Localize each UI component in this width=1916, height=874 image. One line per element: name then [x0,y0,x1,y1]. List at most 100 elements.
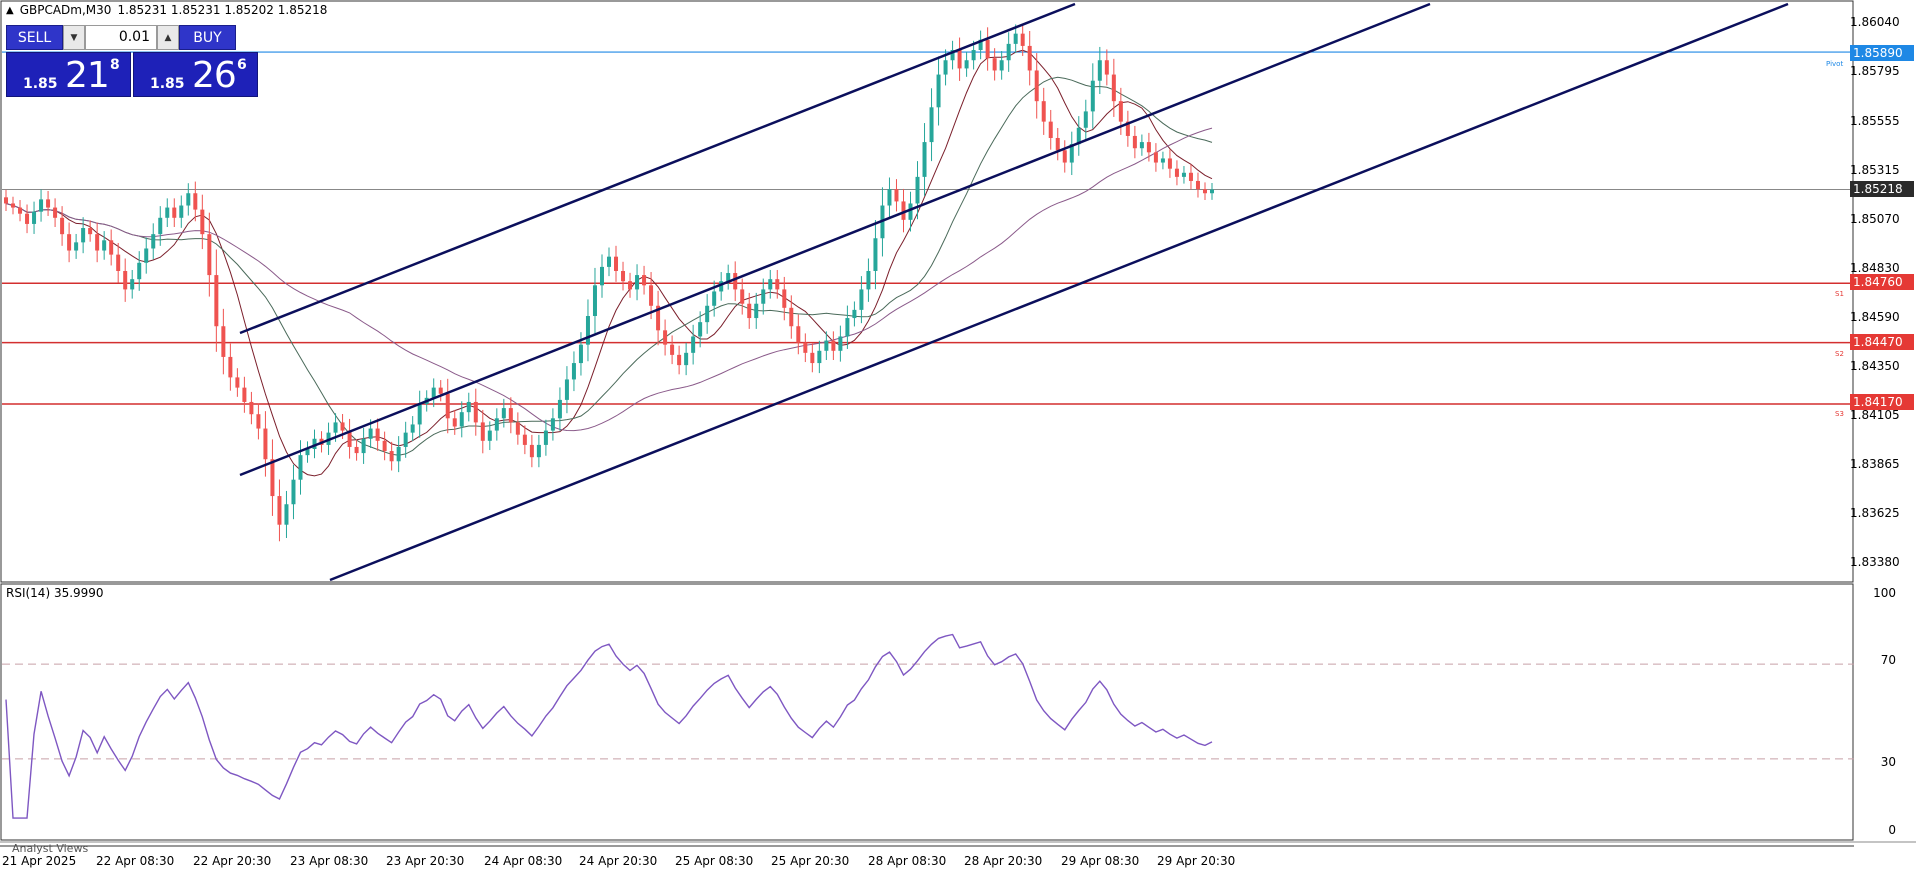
sell-button[interactable]: SELL [6,25,63,50]
candle-body [908,203,913,220]
candle-body [1153,152,1158,163]
sell-quote[interactable]: 1.85 21 8 [6,52,131,97]
volume-increase-button[interactable]: ▲ [157,25,179,50]
symbol-timeframe: GBPCADm,M30 [19,3,112,17]
candlesticks [4,23,1214,542]
candle-body [810,352,815,364]
horizontal-levels[interactable] [2,51,1854,405]
candle-body [88,228,93,235]
candle-body [25,213,30,224]
candle-body [733,273,738,290]
volume-input[interactable]: 0.01 [85,25,157,50]
candle-body [922,142,927,177]
candle-body [1146,142,1151,153]
candle-body [845,318,850,337]
candle-body [298,455,303,480]
candle-body [438,387,443,394]
candle-body [179,205,184,218]
candle-body [270,459,275,497]
candle-body [550,418,555,431]
rsi-label: RSI(14) 35.9990 [6,586,104,600]
candle-body [754,303,759,319]
candle-body [165,207,170,218]
candle-body [943,60,948,75]
candle-body [817,350,822,364]
candle-body [1181,172,1186,177]
candle-body [172,207,177,218]
candle-body [768,279,773,290]
price-tick: 1.83625 [1850,506,1900,520]
s3-tag: S3 [1835,410,1844,418]
candle-body [214,275,219,327]
candle-body [515,422,520,435]
candle-body [522,434,527,445]
candle-body [11,203,16,208]
price-tick: 1.85555 [1850,114,1900,128]
candle-body [1020,33,1025,46]
candle-body [277,496,282,525]
price-tick: 1.83380 [1850,555,1900,569]
candle-body [396,446,401,462]
candle-body [536,444,541,458]
candle-body [403,432,408,447]
sell-quote-pips: 21 [65,55,110,96]
buy-quote[interactable]: 1.85 26 6 [133,52,258,97]
candle-body [796,326,801,343]
candle-body [992,58,997,71]
candle-body [803,342,808,353]
s1-tag: S1 [1835,290,1844,298]
candle-body [964,60,969,69]
candle-body [501,408,506,419]
chevron-down-icon: ▼ [70,32,78,43]
candle-body [200,209,205,235]
chart-frame [0,0,1916,847]
time-tick: 28 Apr 08:30 [868,854,947,868]
candle-body [557,399,562,419]
candle-body [186,193,191,206]
candle-body [1034,70,1039,102]
candle-body [761,289,766,304]
chart-canvas[interactable] [0,0,1916,874]
candle-body [452,418,457,427]
candle-body [543,430,548,445]
candle-body [663,330,668,345]
candle-body [361,438,366,454]
pivot-tag: Pivot [1826,60,1844,68]
time-tick: 21 Apr 2025 [2,854,77,868]
candle-body [417,403,422,425]
candle-body [221,326,226,357]
candle-body [1083,111,1088,128]
candle-body [873,238,878,271]
candle-body [1167,158,1172,169]
candle-body [18,207,23,214]
trend-channel-lines[interactable] [239,2,1789,582]
candle-body [1027,45,1032,71]
candle-body [866,270,871,290]
candle-body [508,408,513,423]
time-tick: 25 Apr 20:30 [771,854,850,868]
candle-body [831,340,836,351]
buy-quote-fraction: 6 [237,57,247,73]
candle-body [691,336,696,353]
candle-body [887,189,892,206]
candle-body [123,270,128,290]
candle-body [628,281,633,290]
candle-body [1132,135,1137,149]
candle-body [494,418,499,431]
candle-body [740,289,745,304]
candle-body [473,401,478,423]
candle-body [53,207,58,218]
candle-body [529,444,534,458]
rsi-level-label: 30 [1880,755,1896,769]
candle-body [1139,142,1144,149]
price-tick: 1.84105 [1850,408,1900,422]
candle-body [957,50,962,69]
buy-button[interactable]: BUY [179,25,236,50]
candle-body [677,354,682,366]
volume-decrease-button[interactable]: ▼ [63,25,85,50]
rsi-pane-border [0,583,1854,841]
time-tick: 29 Apr 20:30 [1157,854,1236,868]
s2-tag: S2 [1835,350,1844,358]
candle-body [382,440,387,452]
candle-body [193,193,198,210]
